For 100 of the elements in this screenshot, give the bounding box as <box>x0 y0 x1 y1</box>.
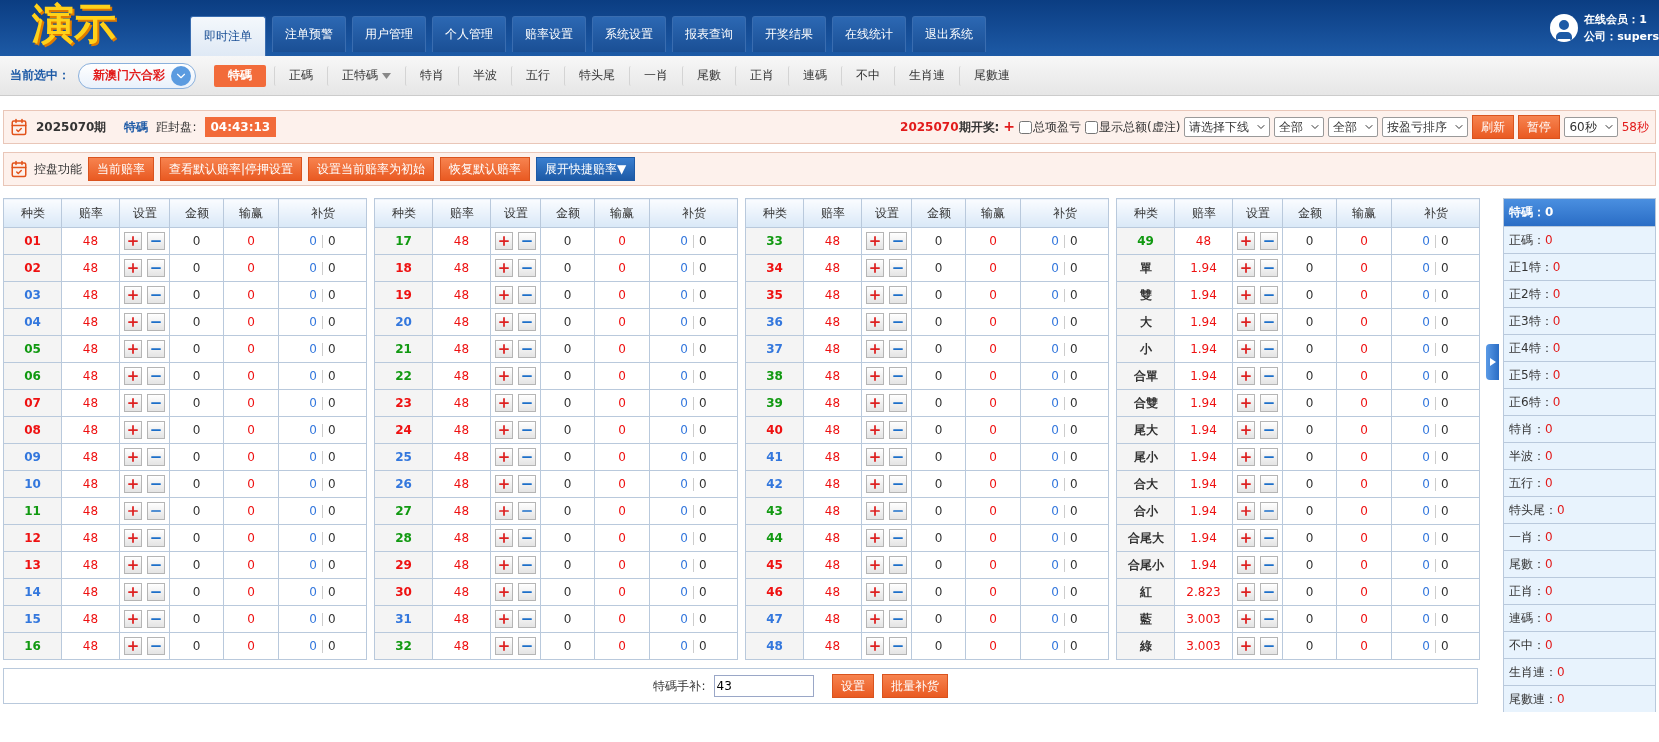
checkbox-option[interactable]: 显示总额(虚注) <box>1085 118 1181 136</box>
plus-button[interactable] <box>124 529 142 547</box>
minus-button[interactable] <box>147 556 165 574</box>
plus-button[interactable] <box>1237 475 1255 493</box>
minus-button[interactable] <box>889 448 907 466</box>
plus-button[interactable] <box>1237 367 1255 385</box>
plus-button[interactable] <box>495 259 513 277</box>
manual-input[interactable]: 43 <box>713 675 814 697</box>
minus-button[interactable] <box>1260 232 1278 250</box>
minus-button[interactable] <box>518 529 536 547</box>
plus-button[interactable] <box>124 340 142 358</box>
minus-button[interactable] <box>1260 286 1278 304</box>
plus-button[interactable] <box>866 313 884 331</box>
minus-button[interactable] <box>518 556 536 574</box>
minus-button[interactable] <box>889 340 907 358</box>
plus-button[interactable] <box>124 637 142 655</box>
minus-button[interactable] <box>1260 394 1278 412</box>
plus-button[interactable] <box>1237 421 1255 439</box>
plus-button[interactable] <box>124 448 142 466</box>
plus-button[interactable] <box>124 367 142 385</box>
plus-button[interactable] <box>1237 286 1255 304</box>
nav-tab[interactable]: 系统设置 <box>592 16 666 52</box>
minus-button[interactable] <box>518 313 536 331</box>
plus-button[interactable] <box>495 448 513 466</box>
plus-button[interactable] <box>124 475 142 493</box>
minus-button[interactable] <box>1260 367 1278 385</box>
minus-button[interactable] <box>518 286 536 304</box>
minus-button[interactable] <box>889 556 907 574</box>
plus-button[interactable] <box>866 367 884 385</box>
plus-button[interactable] <box>1237 394 1255 412</box>
minus-button[interactable] <box>518 583 536 601</box>
nav-tab[interactable]: 即时注单 <box>190 16 266 56</box>
plus-button[interactable] <box>495 502 513 520</box>
minus-button[interactable] <box>147 448 165 466</box>
minus-button[interactable] <box>1260 502 1278 520</box>
select-field[interactable]: 全部 <box>1328 117 1379 137</box>
plus-button[interactable] <box>1237 313 1255 331</box>
plus-button[interactable] <box>124 502 142 520</box>
minus-button[interactable] <box>147 421 165 439</box>
minus-button[interactable] <box>889 367 907 385</box>
minus-button[interactable] <box>1260 340 1278 358</box>
plus-button[interactable] <box>866 259 884 277</box>
minus-button[interactable] <box>889 421 907 439</box>
nav-tab[interactable]: 个人管理 <box>432 16 506 52</box>
category-tab[interactable]: 特肖 <box>405 65 458 86</box>
plus-button[interactable] <box>866 286 884 304</box>
plus-button[interactable] <box>866 610 884 628</box>
plus-button[interactable] <box>124 583 142 601</box>
minus-button[interactable] <box>147 583 165 601</box>
plus-button[interactable] <box>1237 502 1255 520</box>
nav-tab[interactable]: 报表查询 <box>672 16 746 52</box>
category-tab[interactable]: 半波 <box>458 65 511 86</box>
plus-button[interactable] <box>866 394 884 412</box>
plus-button[interactable] <box>866 475 884 493</box>
plus-button[interactable] <box>1237 232 1255 250</box>
minus-button[interactable] <box>518 421 536 439</box>
plus-button[interactable] <box>495 610 513 628</box>
minus-button[interactable] <box>889 232 907 250</box>
expand-toggle[interactable] <box>1486 344 1499 380</box>
minus-button[interactable] <box>147 232 165 250</box>
category-tab[interactable]: 一肖 <box>629 65 682 86</box>
category-tab[interactable]: 生肖連 <box>894 65 959 86</box>
minus-button[interactable] <box>889 313 907 331</box>
minus-button[interactable] <box>889 286 907 304</box>
minus-button[interactable] <box>1260 313 1278 331</box>
plus-button[interactable] <box>124 421 142 439</box>
minus-button[interactable] <box>1260 637 1278 655</box>
nav-tab[interactable]: 用户管理 <box>352 16 426 52</box>
plus-button[interactable] <box>495 232 513 250</box>
category-tab[interactable]: 正特碼 <box>327 65 405 86</box>
plus-button[interactable] <box>866 583 884 601</box>
minus-button[interactable] <box>1260 475 1278 493</box>
plus-button[interactable] <box>866 421 884 439</box>
plus-button[interactable] <box>495 637 513 655</box>
nav-tab[interactable]: 在线统计 <box>832 16 906 52</box>
minus-button[interactable] <box>518 637 536 655</box>
minus-button[interactable] <box>1260 448 1278 466</box>
minus-button[interactable] <box>889 610 907 628</box>
plus-button[interactable] <box>1237 583 1255 601</box>
category-tab[interactable]: 不中 <box>841 65 894 86</box>
minus-button[interactable] <box>518 394 536 412</box>
plus-button[interactable] <box>495 286 513 304</box>
minus-button[interactable] <box>147 286 165 304</box>
nav-tab[interactable]: 赔率设置 <box>512 16 586 52</box>
minus-button[interactable] <box>147 367 165 385</box>
minus-button[interactable] <box>518 448 536 466</box>
minus-button[interactable] <box>1260 556 1278 574</box>
plus-button[interactable] <box>124 394 142 412</box>
minus-button[interactable] <box>1260 583 1278 601</box>
checkbox[interactable] <box>1019 120 1033 134</box>
minus-button[interactable] <box>518 610 536 628</box>
minus-button[interactable] <box>889 259 907 277</box>
minus-button[interactable] <box>889 583 907 601</box>
category-tab[interactable]: 正肖 <box>735 65 788 86</box>
plus-button[interactable] <box>1237 448 1255 466</box>
plus-button[interactable] <box>495 556 513 574</box>
minus-button[interactable] <box>518 502 536 520</box>
plus-button[interactable] <box>124 232 142 250</box>
category-tab[interactable]: 尾數連 <box>959 65 1024 86</box>
category-tab[interactable]: 五行 <box>511 65 564 86</box>
